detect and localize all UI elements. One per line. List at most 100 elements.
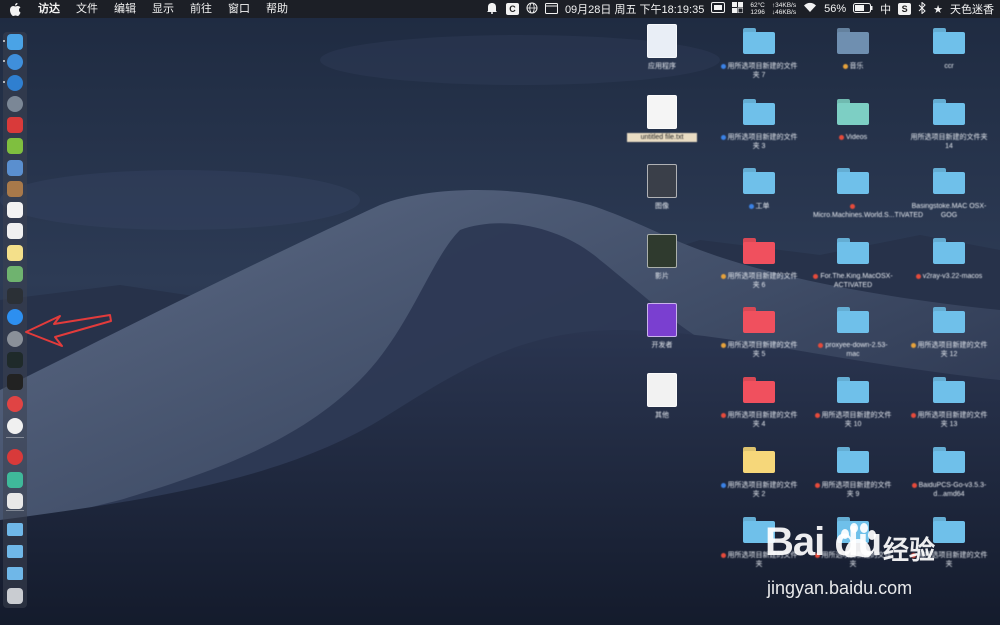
folder-icon — [933, 238, 965, 264]
desktop-file[interactable]: 图像 — [622, 162, 702, 230]
color-tag-icon — [720, 63, 726, 69]
menu-app-name[interactable]: 访达 — [30, 0, 68, 18]
file-thumbnail-icon — [647, 373, 677, 407]
folder-icon-2[interactable] — [7, 545, 23, 558]
yandex-icon[interactable] — [7, 418, 23, 434]
terminal-icon[interactable] — [7, 374, 23, 390]
calendar-icon[interactable] — [7, 202, 23, 218]
desktop-item-label: v2ray-v3.22-macos — [909, 272, 989, 281]
desktop-folder[interactable]: 用所选项目新建的文件夹 13 — [909, 371, 989, 439]
desktop-folder[interactable]: 用所选项目新建的文件夹 10 — [813, 371, 893, 439]
red-app-icon[interactable] — [7, 117, 23, 133]
bluetooth-icon[interactable] — [918, 0, 926, 17]
menu-window[interactable]: 窗口 — [220, 0, 258, 18]
android-icon[interactable] — [7, 138, 23, 154]
battery-percent[interactable]: 56% — [824, 3, 846, 15]
desktop-folder[interactable]: Basingstoke.MAC OSX-GOG — [909, 162, 989, 230]
menu-file[interactable]: 文件 — [68, 0, 106, 18]
c-app-icon[interactable]: C — [505, 3, 519, 15]
running-indicator — [3, 40, 5, 42]
system-preferences-icon[interactable] — [7, 331, 23, 347]
activity-icon[interactable] — [7, 352, 23, 368]
battery-icon[interactable] — [853, 2, 873, 16]
desktop-folder[interactable]: 用所选项目新建的文件夹 4 — [719, 371, 799, 439]
finder-icon[interactable] — [7, 34, 23, 50]
layout-icon[interactable] — [732, 2, 744, 16]
desktop-folder[interactable]: 音乐 — [813, 22, 893, 90]
notification-bell-icon[interactable] — [485, 2, 499, 17]
star-icon[interactable]: ★ — [933, 3, 943, 16]
desktop-file[interactable]: 开发者 — [622, 301, 702, 369]
s-app-icon[interactable]: S — [898, 3, 912, 15]
activity-monitor-icon[interactable] — [7, 288, 23, 304]
apple-menu-icon[interactable] — [0, 0, 30, 18]
desktop-folder[interactable]: ccr — [909, 22, 989, 90]
color-tag-icon — [813, 273, 819, 279]
maps-icon[interactable] — [7, 266, 23, 282]
folder-icon — [837, 447, 869, 473]
desktop-item-label-text: 应用程序 — [648, 63, 676, 70]
desktop-folder[interactable]: For.The.King.MacOSX-ACTIVATED — [813, 232, 893, 300]
folder-icon[interactable] — [7, 523, 23, 536]
folder-icon — [837, 28, 869, 54]
launchpad-rocket-icon[interactable] — [7, 96, 23, 112]
network-stats[interactable]: ↑34KB/s ↓46KB/s — [772, 2, 796, 16]
textedit-icon[interactable] — [7, 223, 23, 239]
preview-icon[interactable] — [7, 160, 23, 176]
desktop-item-label-text: 图像 — [655, 203, 669, 210]
desktop-file[interactable]: 影片 — [622, 232, 702, 300]
baidu-jingyan-watermark: Bai du 经验 jingyan.baidu.com — [765, 520, 965, 610]
desktop-folder[interactable]: proxyee-down-2.53-mac — [813, 301, 893, 369]
desktop-file[interactable]: 其他 — [622, 371, 702, 439]
user-name[interactable]: 天色迷香 — [950, 1, 994, 17]
color-tag-icon — [838, 134, 844, 140]
menu-help[interactable]: 帮助 — [258, 0, 296, 18]
desktop-folder[interactable]: 用所选项目新建的文件夹 3 — [719, 93, 799, 161]
folder-icon — [743, 168, 775, 194]
desktop-folder[interactable]: 用所选项目新建的文件夹 5 — [719, 301, 799, 369]
notes-icon[interactable] — [7, 245, 23, 261]
system-stats[interactable]: 62°C 1296 — [750, 2, 765, 16]
clock-datetime[interactable]: 09月28日 周五 下午18:19:35 — [565, 1, 704, 17]
desktop-folder[interactable]: v2ray-v3.22-macos — [909, 232, 989, 300]
desktop-folder[interactable]: Micro.Machines.World.S...TIVATED — [813, 162, 923, 230]
downloads-folder-icon[interactable] — [7, 567, 23, 580]
input-method[interactable]: 中 — [880, 1, 891, 17]
notes-brown-icon[interactable] — [7, 181, 23, 197]
globe-icon[interactable] — [526, 2, 538, 17]
desktop-item-label: 用所选项目新建的文件夹 12 — [909, 341, 989, 359]
netease-music-icon[interactable] — [7, 449, 23, 465]
cpu-temp: 62°C — [750, 2, 765, 9]
trash-icon[interactable] — [7, 588, 23, 604]
calendar-icon[interactable] — [544, 2, 558, 17]
desktop-folder[interactable]: 用所选项目新建的文件夹 9 — [813, 441, 893, 509]
desktop-item-label: 用所选项目新建的文件夹 5 — [719, 341, 799, 359]
desktop-item-label-text: 用所选项目新建的文件夹 5 — [727, 342, 798, 358]
menu-go[interactable]: 前往 — [182, 0, 220, 18]
desktop-folder[interactable]: 用所选项目新建的文件夹 7 — [719, 22, 799, 90]
desktop-item-label-text: 影片 — [655, 273, 669, 280]
green-app-icon[interactable] — [7, 472, 23, 488]
wifi-icon[interactable] — [803, 2, 817, 16]
desktop-folder[interactable]: Videos — [813, 93, 893, 161]
desktop-folder[interactable]: 用所选项目新建的文件夹 6 — [719, 232, 799, 300]
safari-icon[interactable] — [7, 75, 23, 91]
menu-edit[interactable]: 编辑 — [106, 0, 144, 18]
desktop-item-label: 图像 — [622, 202, 702, 211]
vivaldi-icon[interactable] — [7, 396, 23, 412]
desktop-folder[interactable]: 用所选项目新建的文件夹 2 — [719, 441, 799, 509]
desktop-item-label: proxyee-down-2.53-mac — [813, 341, 893, 359]
menu-view[interactable]: 显示 — [144, 0, 182, 18]
desktop-file[interactable]: 应用程序 — [622, 22, 702, 90]
screen-icon[interactable] — [711, 2, 726, 16]
desktop-folder[interactable]: 工单 — [719, 162, 799, 230]
color-tag-icon — [818, 342, 824, 348]
desktop-file[interactable]: untitled file.txt — [622, 93, 702, 161]
document-icon[interactable] — [7, 493, 23, 509]
desktop-folder[interactable]: 用所选项目新建的文件夹 12 — [909, 301, 989, 369]
desktop-folder[interactable]: BaiduPCS-Go-v3.5.3-d...amd64 — [909, 441, 989, 509]
desktop-item-label-text: 用所选项目新建的文件夹 7 — [727, 63, 798, 79]
desktop-folder[interactable]: 用所选项目新建的文件夹 14 — [909, 93, 989, 161]
safari-compass-icon[interactable] — [7, 54, 23, 70]
app-store-icon[interactable] — [7, 309, 23, 325]
